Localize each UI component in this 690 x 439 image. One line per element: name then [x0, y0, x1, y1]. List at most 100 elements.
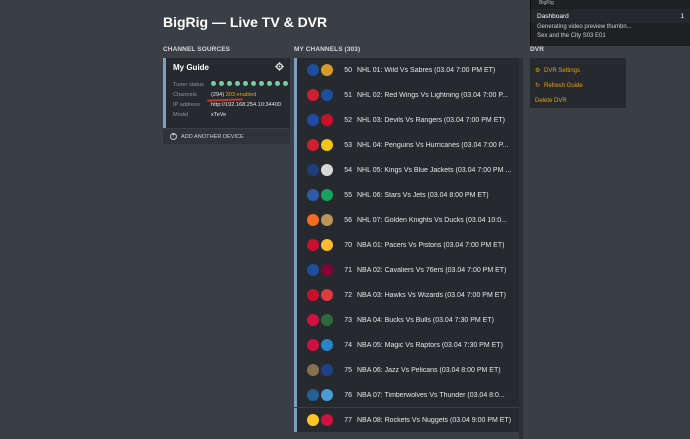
- team-logo-icon: [321, 239, 333, 252]
- guide-title: My Guide: [173, 63, 210, 72]
- channel-number: 55: [344, 191, 352, 199]
- gear-icon[interactable]: [275, 62, 284, 71]
- model-label: Model: [173, 112, 189, 118]
- notification-message[interactable]: Generating video preview thumbn...: [531, 23, 690, 32]
- channel-number: 51: [344, 91, 352, 99]
- channel-row[interactable]: 72 NBA 03: Hawks Vs Wizards (03.04 7:00 …: [294, 282, 523, 308]
- team-logo-icon: [321, 389, 333, 402]
- channel-sources-heading: CHANNEL SOURCES: [163, 46, 231, 53]
- team-logo-icon: [307, 214, 319, 227]
- team-logo-icon: [321, 114, 333, 127]
- dashboard-item[interactable]: Dashboard 1: [531, 9, 690, 23]
- channel-number: 76: [344, 391, 352, 399]
- channel-row[interactable]: 52 NHL 03: Devils Vs Rangers (03.04 7:00…: [294, 107, 523, 133]
- team-logo-icon: [307, 189, 319, 202]
- channel-row[interactable]: 70 NBA 01: Pacers Vs Pistons (03.04 7:00…: [294, 232, 523, 258]
- channel-row[interactable]: 75 NBA 06: Jazz Vs Pelicans (03.04 8:00 …: [294, 357, 523, 383]
- team-logo-icon: [321, 314, 333, 327]
- team-logo-icon: [307, 89, 319, 102]
- team-logo-icon: [307, 314, 319, 327]
- ip-address-label: IP address: [173, 102, 200, 108]
- tuner-status-label: Tuner status: [173, 82, 204, 88]
- channel-name: NBA 04: Bucks Vs Bulls (03.04 7:30 PM ET…: [357, 316, 494, 324]
- tuner-dot: [267, 81, 272, 86]
- team-logo-icon: [321, 89, 333, 102]
- channel-list[interactable]: 50 NHL 01: Wild Vs Sabres (03.04 7:00 PM…: [294, 58, 523, 439]
- channel-name: NHL 01: Wild Vs Sabres (03.04 7:00 PM ET…: [357, 66, 496, 74]
- channel-number: 72: [344, 291, 352, 299]
- channel-number: 75: [344, 366, 352, 374]
- gear-icon: ⚙: [535, 67, 541, 74]
- channels-count: (294): [211, 92, 225, 98]
- channel-name: NBA 06: Jazz Vs Pelicans (03.04 8:00 PM …: [357, 366, 501, 374]
- team-logo-icon: [307, 364, 319, 377]
- channel-list-scrollbar[interactable]: [519, 58, 523, 439]
- channel-name: NHL 04: Penguins Vs Hurricanes (03.04 7:…: [357, 141, 509, 149]
- channel-row[interactable]: 53 NHL 04: Penguins Vs Hurricanes (03.04…: [294, 132, 523, 158]
- tuner-dot: [283, 81, 288, 86]
- channel-name: NBA 07: Timberwolves Vs Thunder (03.04 8…: [357, 391, 505, 399]
- add-device-button[interactable]: + ADD ANOTHER DEVICE: [163, 129, 290, 144]
- team-logo-icon: [321, 339, 333, 352]
- channel-name: NBA 08: Rockets Vs Nuggets (03.04 9:00 P…: [357, 416, 512, 424]
- channel-row[interactable]: 73 NBA 04: Bucks Vs Bulls (03.04 7:30 PM…: [294, 307, 523, 333]
- channel-number: 70: [344, 241, 352, 249]
- notification-badge: 1: [680, 12, 684, 20]
- dashboard-label: Dashboard: [537, 12, 569, 20]
- channels-label: Channels: [173, 92, 197, 98]
- channel-number: 73: [344, 316, 352, 324]
- team-logo-icon: [321, 289, 333, 302]
- team-logo-icon: [307, 164, 319, 177]
- team-logo-icon: [321, 414, 333, 427]
- channel-name: NHL 02: Red Wings Vs Lightning (03.04 7:…: [357, 91, 508, 99]
- refresh-icon: ↻: [535, 82, 541, 89]
- dvr-settings-link[interactable]: ⚙ DVR Settings: [530, 63, 626, 78]
- team-logo-icon: [321, 189, 333, 202]
- channel-row[interactable]: 71 NBA 02: Cavaliers Vs 76ers (03.04 7:0…: [294, 257, 523, 283]
- channel-name: NHL 06: Stars Vs Jets (03.04 8:00 PM ET): [357, 191, 489, 199]
- team-logo-icon: [307, 289, 319, 302]
- my-channels-heading: MY CHANNELS (303): [294, 46, 361, 53]
- tuner-dot: [259, 81, 264, 86]
- channel-row[interactable]: 76 NBA 07: Timberwolves Vs Thunder (03.0…: [294, 382, 523, 408]
- tuner-dot: [243, 81, 248, 86]
- dvr-settings-label: DVR Settings: [544, 67, 581, 74]
- channel-row[interactable]: 51 NHL 02: Red Wings Vs Lightning (03.04…: [294, 82, 523, 108]
- model-value: xTeVe: [211, 112, 227, 118]
- channel-row[interactable]: 77 NBA 08: Rockets Vs Nuggets (03.04 9:0…: [294, 407, 523, 433]
- channel-number: 50: [344, 66, 352, 74]
- refresh-guide-link[interactable]: ↻ Refresh Guide: [530, 78, 626, 93]
- team-logo-icon: [321, 164, 333, 177]
- tuner-dot: [275, 81, 280, 86]
- server-name: BigRig: [539, 0, 554, 5]
- channel-name: NBA 01: Pacers Vs Pistons (03.04 7:00 PM…: [357, 241, 505, 249]
- tuner-dot: [251, 81, 256, 86]
- tuner-dot: [227, 81, 232, 86]
- channels-enabled-link[interactable]: 303 enabled: [226, 92, 257, 98]
- team-logo-icon: [321, 364, 333, 377]
- team-logo-icon: [307, 239, 319, 252]
- plus-icon: +: [170, 133, 177, 140]
- channel-number: 52: [344, 116, 352, 124]
- delete-dvr-label: Delete DVR: [535, 97, 567, 104]
- team-logo-icon: [321, 264, 333, 277]
- channel-row[interactable]: 74 NBA 05: Magic Vs Raptors (03.04 7:30 …: [294, 332, 523, 358]
- team-logo-icon: [321, 139, 333, 152]
- team-logo-icon: [307, 414, 319, 427]
- guide-card[interactable]: My Guide Tuner status Channels (294) 303…: [163, 58, 290, 128]
- team-logo-icon: [307, 389, 319, 402]
- channel-number: 77: [344, 416, 352, 424]
- page-title: BigRig — Live TV & DVR: [163, 14, 328, 30]
- channel-row[interactable]: 50 NHL 01: Wild Vs Sabres (03.04 7:00 PM…: [294, 58, 523, 83]
- channel-row[interactable]: 55 NHL 06: Stars Vs Jets (03.04 8:00 PM …: [294, 182, 523, 208]
- notification-message-detail: Sex and the City S03 E01: [537, 33, 606, 39]
- channel-row[interactable]: 54 NHL 05: Kings Vs Blue Jackets (03.04 …: [294, 157, 523, 183]
- channel-number: 74: [344, 341, 352, 349]
- team-logo-icon: [307, 114, 319, 127]
- channel-number: 71: [344, 266, 352, 274]
- channel-row[interactable]: 56 NHL 07: Golden Knights Vs Ducks (03.0…: [294, 207, 523, 233]
- delete-dvr-link[interactable]: Delete DVR: [530, 93, 626, 108]
- channel-name: NHL 03: Devils Vs Rangers (03.04 7:00 PM…: [357, 116, 505, 124]
- team-logo-icon: [321, 64, 333, 77]
- dvr-panel: ⚙ DVR Settings ↻ Refresh Guide Delete DV…: [530, 58, 626, 108]
